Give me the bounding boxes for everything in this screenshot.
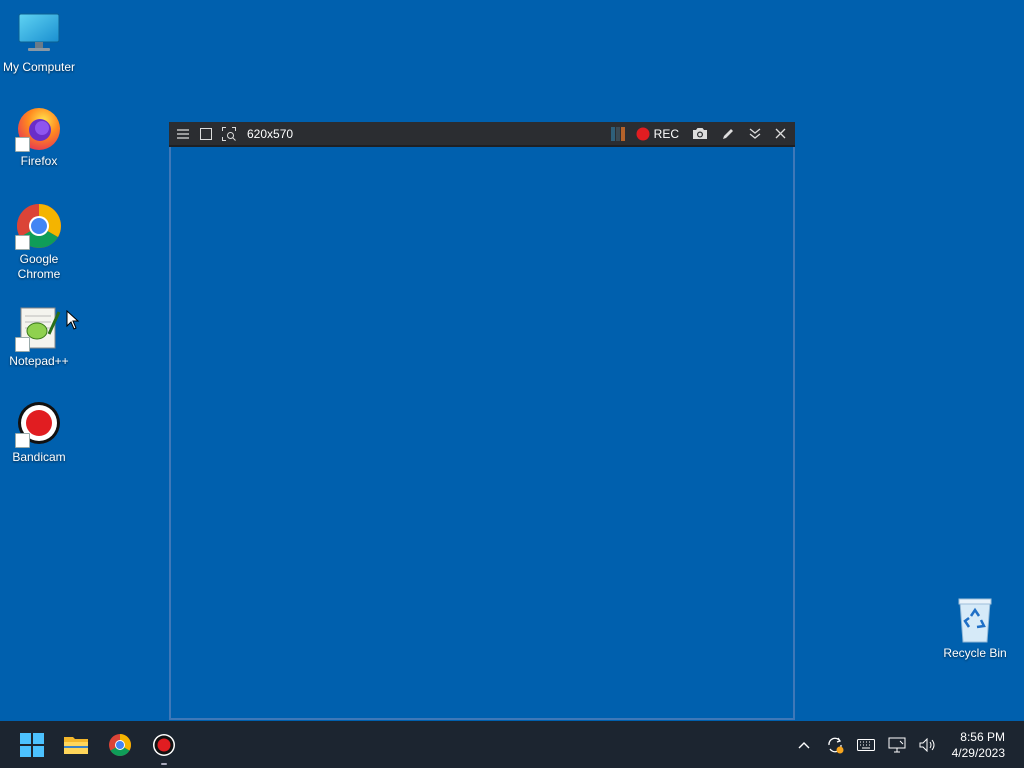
desktop-icon-firefox[interactable]: Firefox <box>0 104 78 169</box>
clock-time: 8:56 PM <box>960 729 1005 744</box>
desktop-icon-label: Notepad++ <box>9 354 69 368</box>
desktop-icon-label: Recycle Bin <box>943 646 1007 660</box>
system-tray: 8:56 PM 4/29/2023 <box>789 721 1024 768</box>
menu-icon[interactable] <box>171 121 195 146</box>
bandicam-toolbar: 620x570 REC <box>169 122 795 147</box>
pencil-draw-icon[interactable] <box>715 121 741 146</box>
rec-button[interactable]: REC <box>636 127 679 141</box>
shortcut-arrow-icon <box>15 235 30 250</box>
desktop-icon-label: Google Chrome <box>17 252 61 281</box>
desktop-icon-google-chrome[interactable]: Google Chrome <box>0 202 78 282</box>
clock-date: 4/29/2023 <box>951 745 1005 760</box>
desktop-icon-recycle-bin[interactable]: Recycle Bin <box>936 596 1014 661</box>
taskbar-google-chrome[interactable] <box>98 723 142 767</box>
folder-icon <box>64 736 88 754</box>
show-hidden-icons-chevron-icon[interactable] <box>789 725 820 765</box>
shortcut-arrow-icon <box>15 433 30 448</box>
rec-label: REC <box>653 126 679 141</box>
volume-icon[interactable] <box>913 725 944 765</box>
capture-size-label[interactable]: 620x570 <box>247 127 293 141</box>
taskbar-file-explorer[interactable] <box>54 723 98 767</box>
bandicam-icon <box>153 733 175 756</box>
sync-update-icon[interactable] <box>820 725 851 765</box>
record-icon <box>636 127 650 140</box>
desktop-icon-my-computer[interactable]: My Computer <box>0 10 78 75</box>
chrome-icon <box>15 202 63 250</box>
desktop-icon-label: Firefox <box>20 154 58 168</box>
close-icon[interactable] <box>769 121 791 146</box>
taskbar: 8:56 PM 4/29/2023 <box>0 721 1024 768</box>
desktop-icon-label: Bandicam <box>12 450 66 464</box>
collapse-icon[interactable] <box>741 121 769 146</box>
taskbar-bandicam[interactable] <box>142 723 186 767</box>
firefox-icon <box>15 104 63 152</box>
shortcut-arrow-icon <box>15 137 30 152</box>
shortcut-arrow-icon <box>15 337 30 352</box>
desktop-icon-label: My Computer <box>2 60 76 74</box>
taskbar-clock[interactable]: 8:56 PM 4/29/2023 <box>944 729 1024 761</box>
mouse-cursor-icon <box>66 310 80 330</box>
desktop-icon-bandicam[interactable]: Bandicam <box>0 400 78 465</box>
camera-icon[interactable] <box>685 121 715 146</box>
fullscreen-select-icon[interactable] <box>195 121 217 146</box>
chrome-icon <box>109 733 131 756</box>
notepad-plus-plus-icon <box>15 304 63 352</box>
size-select-icon[interactable] <box>217 121 241 146</box>
keyboard-icon[interactable] <box>851 725 882 765</box>
network-icon[interactable] <box>882 725 913 765</box>
computer-icon <box>15 10 63 58</box>
running-indicator <box>161 762 167 765</box>
bandicam-icon <box>15 400 63 448</box>
recycle-bin-icon <box>951 596 999 644</box>
start-button[interactable] <box>10 723 54 767</box>
bandicam-capture-window[interactable]: 620x570 REC <box>169 122 795 720</box>
audio-level-icon <box>608 121 630 146</box>
windows-logo-icon <box>20 732 44 757</box>
